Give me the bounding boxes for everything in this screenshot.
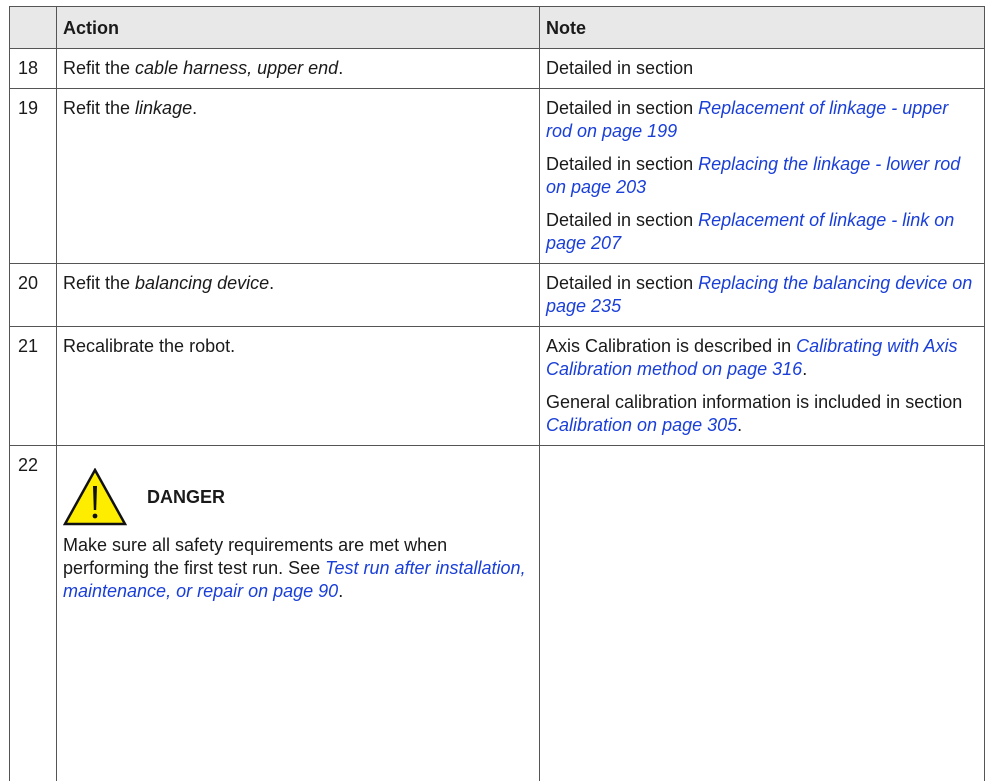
action-cell: Refit the linkage.	[56, 88, 540, 264]
header-action: Action	[56, 6, 540, 49]
table-row: 21 Recalibrate the robot. Axis Calibrati…	[9, 326, 985, 446]
action-text: Recalibrate the robot.	[63, 336, 236, 356]
header-note: Note	[539, 6, 985, 49]
document-page: Action Note 18 Refit the cable harness, …	[9, 6, 994, 781]
note-text: Detailed in section	[546, 98, 699, 118]
header-step	[9, 6, 57, 49]
table-row: 19 Refit the linkage. Detailed in sectio…	[9, 88, 985, 264]
action-text: Refit the	[63, 58, 136, 78]
action-emphasis: linkage	[135, 98, 193, 118]
action-emphasis: cable harness, upper end	[135, 58, 339, 78]
note-suffix: .	[802, 359, 808, 379]
note-cell	[539, 445, 985, 781]
action-text: Refit the	[63, 273, 136, 293]
action-cell: Refit the balancing device.	[56, 263, 540, 327]
note-paragraph: Detailed in section Replacement of linka…	[546, 97, 978, 143]
note-text: Detailed in section	[546, 273, 699, 293]
table-row: 20 Refit the balancing device. Detailed …	[9, 263, 985, 327]
note-paragraph: Detailed in section Replacement of linka…	[546, 209, 978, 255]
note-cell: Detailed in section Replacing the balanc…	[539, 263, 985, 327]
step-number: 22	[9, 445, 57, 781]
danger-title: DANGER	[147, 486, 226, 507]
note-text: Detailed in section	[546, 154, 699, 174]
action-cell: Recalibrate the robot.	[56, 326, 540, 446]
note-paragraph: General calibration information is inclu…	[546, 391, 978, 437]
cross-reference-link[interactable]: Calibration on page 305	[546, 415, 737, 435]
action-cell: Refit the cable harness, upper end.	[56, 48, 540, 89]
note-text: Detailed in section	[546, 58, 694, 78]
step-number: 18	[9, 48, 57, 89]
action-emphasis: balancing device	[135, 273, 270, 293]
note-cell: Axis Calibration is described in Calibra…	[539, 326, 985, 446]
action-text: Refit the	[63, 98, 136, 118]
action-cell: DANGER Make sure all safety requirements…	[56, 445, 540, 781]
note-text: Detailed in section	[546, 210, 699, 230]
note-paragraph: Detailed in section Replacing the linkag…	[546, 153, 978, 199]
note-suffix: .	[737, 415, 743, 435]
note-paragraph: Detailed in section Replacing the balanc…	[546, 272, 978, 318]
procedure-table: Action Note 18 Refit the cable harness, …	[9, 6, 985, 781]
action-suffix: .	[192, 98, 198, 118]
table-row: 22 DANGER Make sure all safety requireme…	[9, 445, 985, 781]
action-suffix: .	[338, 58, 344, 78]
note-cell: Detailed in section Replacement of linka…	[539, 88, 985, 264]
danger-suffix: .	[338, 581, 344, 601]
step-number: 20	[9, 263, 57, 327]
note-paragraph: Axis Calibration is described in Calibra…	[546, 335, 978, 381]
step-number: 19	[9, 88, 57, 264]
note-cell: Detailed in section	[539, 48, 985, 89]
warning-triangle-icon	[63, 468, 127, 526]
table-row: 18 Refit the cable harness, upper end. D…	[9, 48, 985, 89]
note-text: Axis Calibration is described in	[546, 336, 797, 356]
danger-callout: DANGER	[63, 468, 533, 526]
table-header-row: Action Note	[9, 6, 985, 49]
note-text: General calibration information is inclu…	[546, 392, 963, 412]
step-number: 21	[9, 326, 57, 446]
danger-paragraph: Make sure all safety requirements are me…	[63, 534, 533, 603]
action-suffix: .	[269, 273, 275, 293]
